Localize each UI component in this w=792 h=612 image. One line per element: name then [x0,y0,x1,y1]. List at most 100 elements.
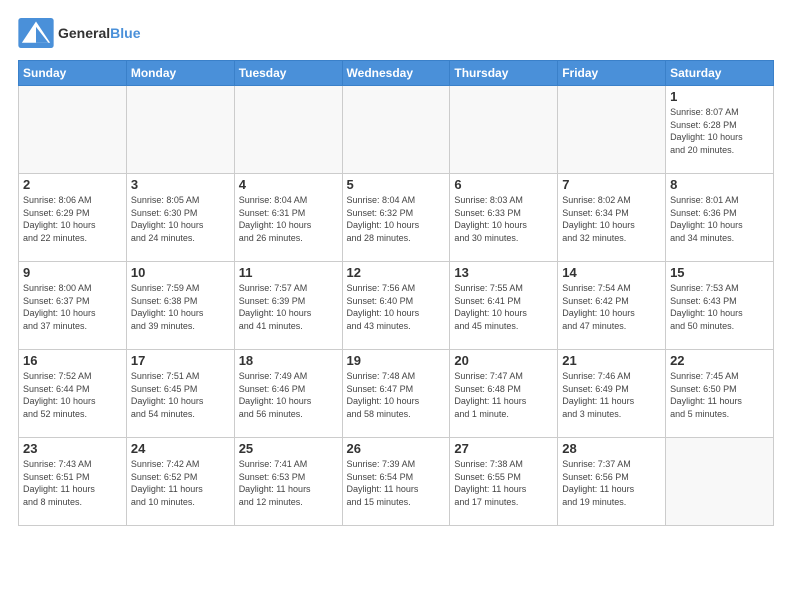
day-info: Sunrise: 8:03 AM Sunset: 6:33 PM Dayligh… [454,194,553,244]
day-info: Sunrise: 7:47 AM Sunset: 6:48 PM Dayligh… [454,370,553,420]
day-number: 7 [562,177,661,192]
day-cell [558,86,666,174]
day-info: Sunrise: 8:06 AM Sunset: 6:29 PM Dayligh… [23,194,122,244]
logo-text: GeneralBlue [58,25,140,41]
day-info: Sunrise: 7:49 AM Sunset: 6:46 PM Dayligh… [239,370,338,420]
week-row-3: 9 Sunrise: 8:00 AM Sunset: 6:37 PM Daylig… [19,262,774,350]
day-info: Sunrise: 7:55 AM Sunset: 6:41 PM Dayligh… [454,282,553,332]
day-info: Sunrise: 8:01 AM Sunset: 6:36 PM Dayligh… [670,194,769,244]
day-cell: 7 Sunrise: 8:02 AM Sunset: 6:34 PM Daylig… [558,174,666,262]
calendar: SundayMondayTuesdayWednesdayThursdayFrid… [18,60,774,526]
day-number: 2 [23,177,122,192]
day-cell: 23Sunrise: 7:43 AM Sunset: 6:51 PM Dayli… [19,438,127,526]
day-info: Sunrise: 8:04 AM Sunset: 6:31 PM Dayligh… [239,194,338,244]
day-cell: 15 Sunrise: 7:53 AM Sunset: 6:43 PM Dayli… [666,262,774,350]
weekday-header-wednesday: Wednesday [342,61,450,86]
day-number: 10 [131,265,230,280]
day-cell: 21 Sunrise: 7:46 AM Sunset: 6:49 PM Dayli… [558,350,666,438]
day-info: Sunrise: 7:59 AM Sunset: 6:38 PM Dayligh… [131,282,230,332]
day-number: 9 [23,265,122,280]
day-number: 22 [670,353,769,368]
day-info: Sunrise: 7:56 AM Sunset: 6:40 PM Dayligh… [347,282,446,332]
day-info: Sunrise: 8:07 AM Sunset: 6:28 PM Dayligh… [670,106,769,156]
day-cell: 6Sunrise: 8:03 AM Sunset: 6:33 PM Daylig… [450,174,558,262]
day-cell: 9 Sunrise: 8:00 AM Sunset: 6:37 PM Daylig… [19,262,127,350]
weekday-header-friday: Friday [558,61,666,86]
day-number: 8 [670,177,769,192]
day-cell [19,86,127,174]
day-info: Sunrise: 7:42 AM Sunset: 6:52 PM Dayligh… [131,458,230,508]
week-row-1: 1 Sunrise: 8:07 AM Sunset: 6:28 PM Daylig… [19,86,774,174]
day-info: Sunrise: 7:54 AM Sunset: 6:42 PM Dayligh… [562,282,661,332]
day-info: Sunrise: 7:48 AM Sunset: 6:47 PM Dayligh… [347,370,446,420]
day-number: 3 [131,177,230,192]
day-cell: 5 Sunrise: 8:04 AM Sunset: 6:32 PM Daylig… [342,174,450,262]
logo: GeneralBlue [18,18,140,48]
day-info: Sunrise: 7:52 AM Sunset: 6:44 PM Dayligh… [23,370,122,420]
day-number: 19 [347,353,446,368]
day-number: 11 [239,265,338,280]
day-number: 5 [347,177,446,192]
week-row-4: 16 Sunrise: 7:52 AM Sunset: 6:44 PM Dayli… [19,350,774,438]
day-info: Sunrise: 8:05 AM Sunset: 6:30 PM Dayligh… [131,194,230,244]
day-cell: 25Sunrise: 7:41 AM Sunset: 6:53 PM Dayli… [234,438,342,526]
weekday-header-row: SundayMondayTuesdayWednesdayThursdayFrid… [19,61,774,86]
day-number: 13 [454,265,553,280]
weekday-header-sunday: Sunday [19,61,127,86]
day-info: Sunrise: 7:37 AM Sunset: 6:56 PM Dayligh… [562,458,661,508]
day-info: Sunrise: 7:53 AM Sunset: 6:43 PM Dayligh… [670,282,769,332]
day-cell: 3 Sunrise: 8:05 AM Sunset: 6:30 PM Daylig… [126,174,234,262]
weekday-header-tuesday: Tuesday [234,61,342,86]
day-number: 16 [23,353,122,368]
day-info: Sunrise: 7:51 AM Sunset: 6:45 PM Dayligh… [131,370,230,420]
day-info: Sunrise: 8:02 AM Sunset: 6:34 PM Dayligh… [562,194,661,244]
day-number: 21 [562,353,661,368]
day-number: 24 [131,441,230,456]
day-cell: 11 Sunrise: 7:57 AM Sunset: 6:39 PM Dayli… [234,262,342,350]
day-cell: 20 Sunrise: 7:47 AM Sunset: 6:48 PM Dayli… [450,350,558,438]
page: GeneralBlue SundayMondayTuesdayWednesday… [0,0,792,536]
day-cell: 18Sunrise: 7:49 AM Sunset: 6:46 PM Dayli… [234,350,342,438]
day-info: Sunrise: 7:39 AM Sunset: 6:54 PM Dayligh… [347,458,446,508]
day-cell: 14 Sunrise: 7:54 AM Sunset: 6:42 PM Dayli… [558,262,666,350]
week-row-2: 2 Sunrise: 8:06 AM Sunset: 6:29 PM Daylig… [19,174,774,262]
day-cell: 19 Sunrise: 7:48 AM Sunset: 6:47 PM Dayli… [342,350,450,438]
day-info: Sunrise: 7:57 AM Sunset: 6:39 PM Dayligh… [239,282,338,332]
day-number: 4 [239,177,338,192]
weekday-header-monday: Monday [126,61,234,86]
day-cell: 22Sunrise: 7:45 AM Sunset: 6:50 PM Dayli… [666,350,774,438]
day-cell: 16 Sunrise: 7:52 AM Sunset: 6:44 PM Dayli… [19,350,127,438]
day-cell: 13 Sunrise: 7:55 AM Sunset: 6:41 PM Dayli… [450,262,558,350]
day-cell: 10 Sunrise: 7:59 AM Sunset: 6:38 PM Dayli… [126,262,234,350]
weekday-header-saturday: Saturday [666,61,774,86]
day-info: Sunrise: 7:41 AM Sunset: 6:53 PM Dayligh… [239,458,338,508]
day-cell: 27 Sunrise: 7:38 AM Sunset: 6:55 PM Dayli… [450,438,558,526]
day-number: 26 [347,441,446,456]
day-number: 20 [454,353,553,368]
day-number: 15 [670,265,769,280]
day-cell: 26 Sunrise: 7:39 AM Sunset: 6:54 PM Dayli… [342,438,450,526]
day-info: Sunrise: 8:04 AM Sunset: 6:32 PM Dayligh… [347,194,446,244]
header: GeneralBlue [18,18,774,48]
day-info: Sunrise: 8:00 AM Sunset: 6:37 PM Dayligh… [23,282,122,332]
day-number: 17 [131,353,230,368]
day-cell: 28Sunrise: 7:37 AM Sunset: 6:56 PM Dayli… [558,438,666,526]
day-info: Sunrise: 7:43 AM Sunset: 6:51 PM Dayligh… [23,458,122,508]
day-cell [126,86,234,174]
day-info: Sunrise: 7:46 AM Sunset: 6:49 PM Dayligh… [562,370,661,420]
day-cell: 4 Sunrise: 8:04 AM Sunset: 6:31 PM Daylig… [234,174,342,262]
day-cell: 17 Sunrise: 7:51 AM Sunset: 6:45 PM Dayli… [126,350,234,438]
day-number: 27 [454,441,553,456]
day-cell [666,438,774,526]
day-number: 12 [347,265,446,280]
week-row-5: 23Sunrise: 7:43 AM Sunset: 6:51 PM Dayli… [19,438,774,526]
day-cell: 1 Sunrise: 8:07 AM Sunset: 6:28 PM Daylig… [666,86,774,174]
day-number: 14 [562,265,661,280]
day-number: 1 [670,89,769,104]
day-cell [234,86,342,174]
day-cell: 2 Sunrise: 8:06 AM Sunset: 6:29 PM Daylig… [19,174,127,262]
day-cell [450,86,558,174]
weekday-header-thursday: Thursday [450,61,558,86]
day-info: Sunrise: 7:38 AM Sunset: 6:55 PM Dayligh… [454,458,553,508]
day-cell [342,86,450,174]
